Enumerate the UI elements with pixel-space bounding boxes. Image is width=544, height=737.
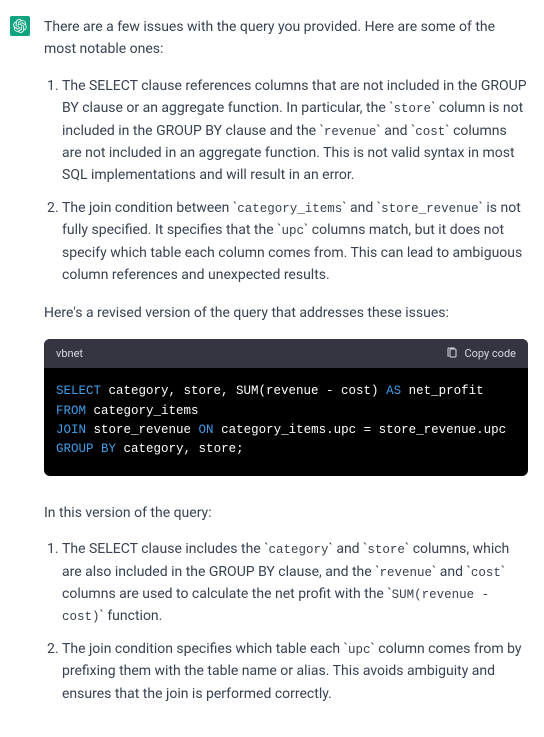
assistant-avatar [10, 16, 30, 36]
text-segment: The SELECT clause includes the [62, 541, 264, 557]
code-header: vbnet Copy code [44, 339, 528, 369]
copy-code-button[interactable]: Copy code [446, 345, 516, 363]
inline-code: store [394, 102, 432, 116]
explain-intro: In this version of the query: [44, 502, 528, 524]
code-content[interactable]: SELECT category, store, SUM(revenue - co… [44, 368, 528, 476]
assistant-content: There are a few issues with the query yo… [44, 16, 534, 721]
clipboard-icon [446, 347, 458, 359]
inline-code: cost [415, 125, 445, 139]
intro-paragraph: There are a few issues with the query yo… [44, 16, 528, 61]
assistant-message: There are a few issues with the query yo… [0, 0, 544, 737]
code-language-label: vbnet [56, 345, 83, 363]
text-segment: function. [104, 608, 163, 624]
text-segment: and [381, 123, 411, 139]
inline-code: category_items [237, 202, 342, 216]
inline-code: category [269, 543, 329, 557]
text-segment: The join condition specifies which table… [62, 641, 344, 657]
explain-list: The SELECT clause includes the `category… [44, 538, 528, 705]
list-item: The SELECT clause references columns tha… [62, 75, 528, 187]
openai-icon [13, 19, 27, 33]
list-item: The join condition specifies which table… [62, 638, 528, 705]
text-segment: and [333, 541, 363, 557]
text-segment: The join condition between [62, 200, 233, 216]
list-item: The join condition between `category_ite… [62, 197, 528, 287]
issues-list: The SELECT clause references columns tha… [44, 75, 528, 287]
inline-code: store [367, 543, 405, 557]
code-block: vbnet Copy code SELECT category, store, … [44, 339, 528, 476]
inline-code: revenue [324, 125, 377, 139]
inline-code: revenue [379, 566, 432, 580]
inline-code: store_revenue [381, 202, 479, 216]
list-item: The SELECT clause includes the `category… [62, 538, 528, 628]
inline-code: upc [348, 643, 371, 657]
text-segment: and [436, 564, 466, 580]
inline-code: cost [471, 566, 501, 580]
text-segment: and [347, 200, 377, 216]
text-segment: columns are used to calculate the net pr… [62, 586, 387, 602]
revised-intro: Here's a revised version of the query th… [44, 302, 528, 324]
inline-code: upc [281, 224, 304, 238]
copy-label: Copy code [464, 345, 516, 363]
